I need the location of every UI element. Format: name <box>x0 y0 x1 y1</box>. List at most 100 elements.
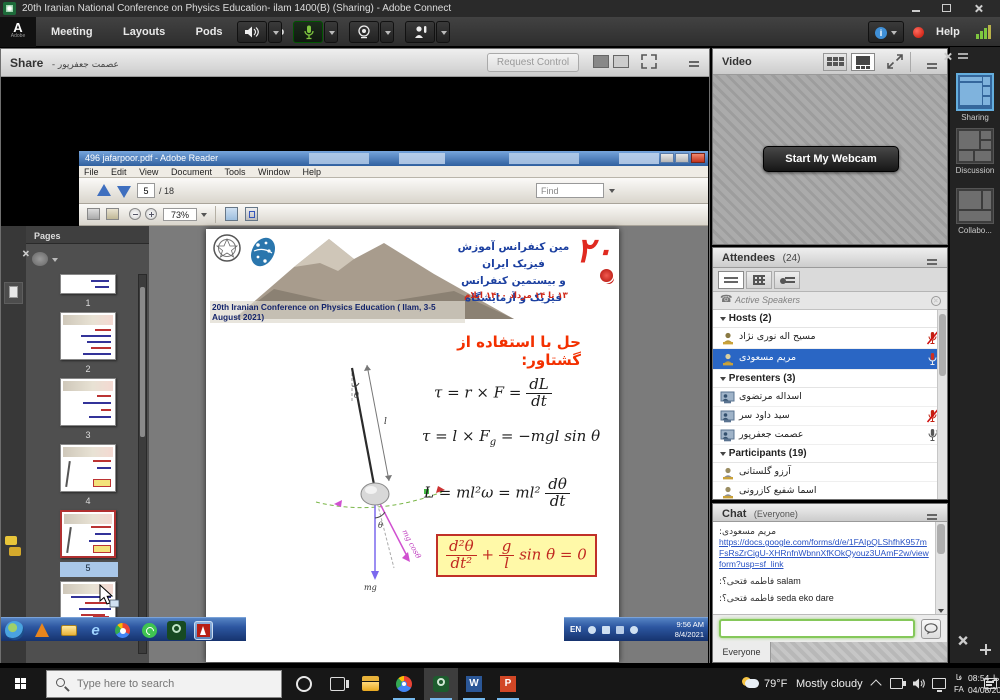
comments-nav-icon[interactable] <box>5 536 21 556</box>
connect-active-slot[interactable] <box>424 668 458 700</box>
attendee-row[interactable]: اسداله مرتضوی <box>713 388 947 407</box>
reader-maximize-button[interactable] <box>675 153 689 163</box>
status-dropdown[interactable] <box>436 21 450 43</box>
request-control-button[interactable]: Request Control <box>487 53 579 72</box>
pages-panel-close-icon[interactable] <box>22 250 29 257</box>
task-view-icon[interactable] <box>330 677 345 691</box>
taskbar-search[interactable] <box>46 670 282 698</box>
reader-close-button[interactable] <box>691 153 705 163</box>
group-hosts[interactable]: Hosts (2) <box>713 310 947 328</box>
send-message-button[interactable] <box>921 619 941 639</box>
scroll-mode-icon[interactable] <box>225 207 238 221</box>
layout-collaboration[interactable] <box>956 188 994 224</box>
adobe-reader-taskbar-icon[interactable] <box>194 621 213 640</box>
internet-explorer-icon[interactable]: e <box>86 621 105 640</box>
share-pod-menu-icon[interactable] <box>689 56 703 65</box>
vlc-icon[interactable] <box>32 621 51 640</box>
video-pod-menu-icon[interactable] <box>927 58 941 67</box>
active-speakers-bar[interactable]: ☎ Active Speakers <box>713 292 947 310</box>
weather-temp[interactable]: 79°F <box>764 678 787 690</box>
status-button[interactable] <box>405 21 435 43</box>
powerpoint-icon[interactable]: P <box>500 676 517 693</box>
strip-add-icon[interactable] <box>980 644 991 655</box>
attendee-status-view-icon[interactable] <box>774 271 800 289</box>
connection-info-button[interactable]: i <box>868 21 904 43</box>
attendee-list-view-icon[interactable] <box>718 271 744 289</box>
menu-layouts[interactable]: Layouts <box>110 17 178 47</box>
cortana-icon[interactable] <box>296 676 312 692</box>
chat-tab-everyone[interactable]: Everyone <box>713 642 771 662</box>
attendees-menu-icon[interactable] <box>927 254 941 263</box>
chat-menu-icon[interactable] <box>927 509 941 518</box>
layout-bar-menu-icon[interactable] <box>958 53 968 61</box>
page-thumbnail[interactable] <box>60 378 116 426</box>
attendees-scrollbar[interactable] <box>937 310 947 499</box>
strip-close-icon[interactable] <box>957 635 968 646</box>
menu-meeting[interactable]: Meeting <box>38 17 106 47</box>
grid-view-icon[interactable] <box>851 53 875 71</box>
page-thumbnail-current[interactable] <box>60 510 116 558</box>
pages-nav-icon[interactable] <box>4 282 23 304</box>
adobe-connect-taskbar-icon[interactable] <box>167 621 186 640</box>
group-presenters[interactable]: Presenters (3) <box>713 370 947 388</box>
chat-scrollbar[interactable] <box>935 522 947 614</box>
file-explorer-icon[interactable] <box>362 676 379 693</box>
attendee-row[interactable]: عصمت جعفرپور <box>713 426 947 445</box>
reader-menu-view[interactable]: View <box>134 167 163 177</box>
chat-link[interactable]: https://docs.google.com/forms/d/e/1FAIpQ… <box>719 537 929 570</box>
display-tray-icon[interactable] <box>932 678 946 689</box>
webcam-dropdown[interactable] <box>380 21 394 43</box>
page-thumbnail[interactable] <box>60 444 116 492</box>
webcam-button[interactable] <box>349 21 379 43</box>
email-icon[interactable] <box>106 208 119 220</box>
maximize-button[interactable] <box>941 3 952 14</box>
speaker-button[interactable] <box>237 21 267 43</box>
microphone-button[interactable] <box>293 21 323 43</box>
reader-menu-window[interactable]: Window <box>253 167 295 177</box>
page-number-input[interactable] <box>137 183 155 198</box>
find-dropdown-icon[interactable] <box>609 189 615 193</box>
action-center-icon[interactable] <box>984 678 997 689</box>
camera-tray-icon[interactable] <box>890 678 903 689</box>
reader-menu-file[interactable]: File <box>79 167 104 177</box>
reader-menu-document[interactable]: Document <box>166 167 217 177</box>
attendee-grid-view-icon[interactable] <box>746 271 772 289</box>
page-thumbnail[interactable] <box>60 274 116 294</box>
start-webcam-button[interactable]: Start My Webcam <box>763 146 899 172</box>
weather-desc[interactable]: Mostly cloudy <box>796 678 863 690</box>
active-speakers-close-icon[interactable] <box>931 296 941 306</box>
weather-icon[interactable] <box>742 675 760 689</box>
layout-sharing[interactable] <box>956 73 994 111</box>
attendee-row[interactable]: آرزو گلستانی <box>713 463 947 482</box>
chat-scroll-down-icon[interactable] <box>938 609 944 613</box>
pages-options-caret[interactable] <box>52 258 58 262</box>
zoom-in-icon[interactable] <box>145 208 157 220</box>
layout-discussion[interactable] <box>956 128 994 164</box>
explorer-icon[interactable] <box>59 621 78 640</box>
video-fullscreen-icon[interactable] <box>887 54 903 69</box>
next-page-icon[interactable] <box>117 186 131 198</box>
fullscreen-icon[interactable] <box>641 54 657 69</box>
pages-options-icon[interactable] <box>32 252 48 266</box>
chrome-taskbar-icon[interactable] <box>396 676 413 693</box>
zoom-level-value[interactable]: 73% <box>163 208 197 221</box>
filmstrip-view-icon[interactable] <box>823 53 847 71</box>
search-input[interactable] <box>77 675 272 693</box>
attendee-row[interactable]: مسیح اله نوری نژاد <box>713 328 947 349</box>
speaker-dropdown[interactable] <box>268 21 282 43</box>
page-thumbnail[interactable] <box>60 312 116 360</box>
fit-page-icon[interactable] <box>245 207 258 221</box>
zoom-out-icon[interactable] <box>129 208 141 220</box>
help-menu[interactable]: Help <box>936 17 960 47</box>
zoom-dropdown-icon[interactable] <box>201 213 207 217</box>
monitor-view-icon[interactable] <box>593 55 609 68</box>
group-participants[interactable]: Participants (19) <box>713 445 947 463</box>
reader-menu-edit[interactable]: Edit <box>106 167 132 177</box>
pages-scrollbar[interactable] <box>138 274 147 654</box>
whatsapp-icon[interactable] <box>140 621 159 640</box>
chat-input[interactable] <box>719 619 915 638</box>
monitor-view2-icon[interactable] <box>613 55 629 68</box>
attendee-row[interactable]: سید داود سر <box>713 407 947 426</box>
find-input[interactable]: Find <box>536 183 604 198</box>
reader-menu-help[interactable]: Help <box>298 167 327 177</box>
